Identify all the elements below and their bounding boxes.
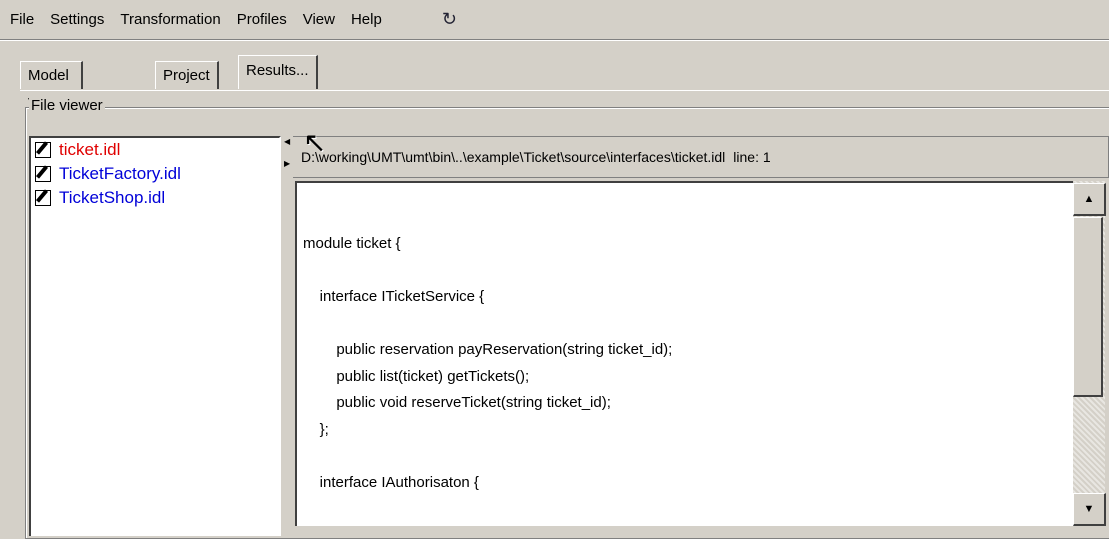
file-name: TicketShop.idl bbox=[59, 188, 166, 207]
edit-file-icon bbox=[35, 142, 51, 158]
menu-transformation[interactable]: Transformation bbox=[120, 11, 220, 28]
path-bar: D:\working\UMT\umt\bin\..\example\Ticket… bbox=[293, 136, 1109, 178]
tab-model-viewer[interactable]: Model Viewer bbox=[20, 61, 83, 112]
refresh-icon[interactable]: ↻ bbox=[442, 9, 457, 30]
file-name: ticket.idl bbox=[59, 140, 121, 159]
file-name: TicketFactory.idl bbox=[59, 164, 181, 183]
file-viewer-title: File viewer bbox=[29, 97, 105, 114]
code-viewer[interactable]: module ticket { interface ITicketService… bbox=[295, 181, 1073, 526]
arrow-down-icon: ▼ bbox=[1083, 503, 1095, 515]
line-indicator: line: 1 bbox=[733, 149, 771, 165]
collapse-left-icon[interactable]: ◀ bbox=[284, 138, 290, 146]
tab-panel-border bbox=[20, 90, 1109, 91]
menu-help[interactable]: Help bbox=[351, 11, 382, 28]
menu-view[interactable]: View bbox=[303, 11, 335, 28]
edit-file-icon bbox=[35, 166, 51, 182]
vertical-scrollbar[interactable]: ▲ ▼ bbox=[1073, 181, 1106, 526]
menu-bar: File Settings Transformation Profiles Vi… bbox=[0, 0, 1109, 38]
menu-separator bbox=[0, 39, 1109, 41]
list-item[interactable]: ticket.idl bbox=[31, 138, 279, 162]
scroll-up-button[interactable]: ▲ bbox=[1073, 183, 1106, 216]
menu-file[interactable]: File bbox=[10, 11, 34, 28]
arrow-up-icon: ▲ bbox=[1083, 193, 1095, 205]
scroll-down-button[interactable]: ▼ bbox=[1073, 493, 1106, 526]
expand-right-icon[interactable]: ▶ bbox=[284, 160, 290, 168]
tab-results[interactable]: Results... bbox=[238, 55, 318, 89]
edit-file-icon bbox=[35, 190, 51, 206]
list-item[interactable]: TicketShop.idl bbox=[31, 186, 279, 210]
menu-profiles[interactable]: Profiles bbox=[237, 11, 287, 28]
splitter[interactable]: ◀ ▶ bbox=[283, 136, 293, 536]
tab-project[interactable]: Project bbox=[155, 61, 219, 89]
list-item[interactable]: TicketFactory.idl bbox=[31, 162, 279, 186]
code-text: module ticket { interface ITicketService… bbox=[303, 235, 673, 491]
menu-settings[interactable]: Settings bbox=[50, 11, 104, 28]
mouse-cursor-icon: ↖ bbox=[303, 127, 327, 158]
scroll-thumb[interactable] bbox=[1073, 217, 1103, 397]
file-list: ticket.idl TicketFactory.idl TicketShop.… bbox=[29, 136, 281, 536]
file-path: D:\working\UMT\umt\bin\..\example\Ticket… bbox=[301, 149, 726, 165]
